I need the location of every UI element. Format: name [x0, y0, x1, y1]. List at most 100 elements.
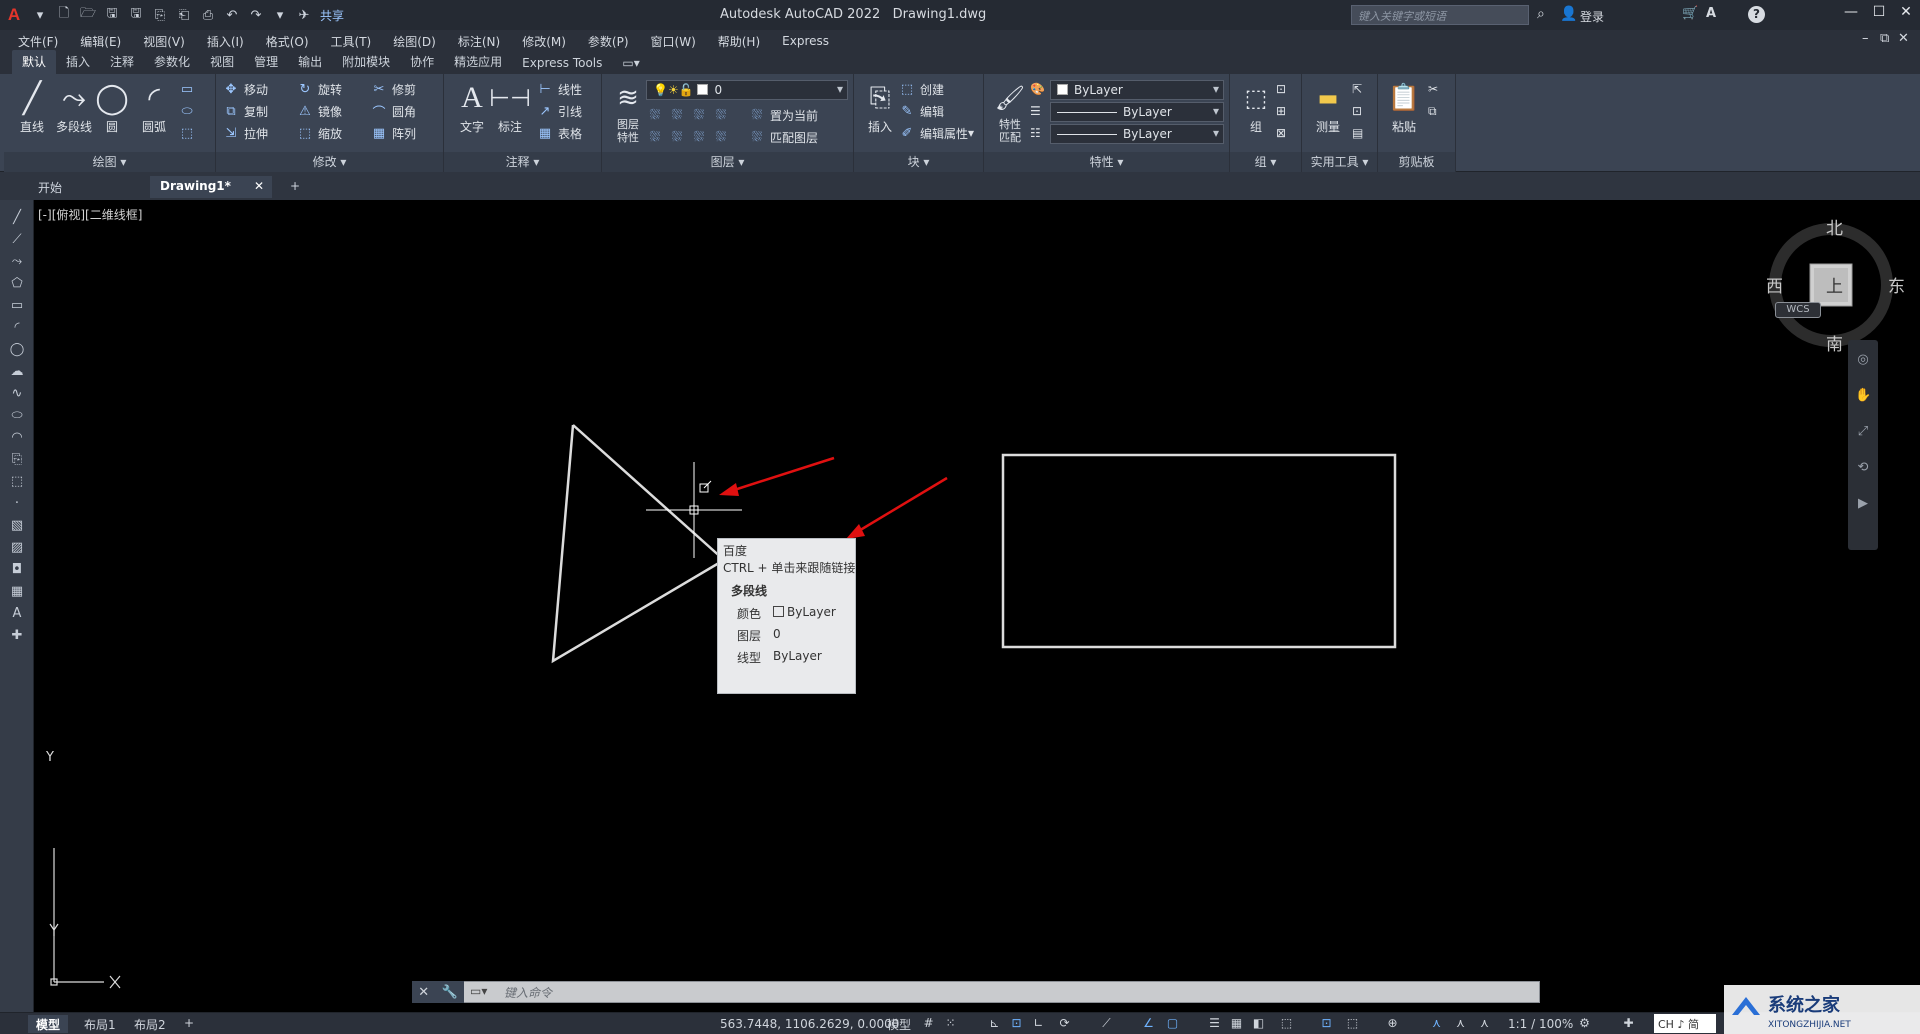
- tab-addins[interactable]: 附加模块: [332, 50, 400, 74]
- panel-title-draw[interactable]: 绘图 ▾: [4, 152, 215, 172]
- panel-title-layers[interactable]: 图层 ▾: [602, 152, 853, 172]
- command-line[interactable]: [412, 981, 1540, 1003]
- annotation-scale[interactable]: 1:1 / 100%: [1508, 1017, 1573, 1031]
- layer-properties-tool[interactable]: ≋ 图层特性: [604, 78, 652, 144]
- ribbon-display-toggle-icon[interactable]: ▭▾: [612, 53, 649, 74]
- login-button[interactable]: 登录: [1580, 8, 1604, 25]
- annotation-scale-icon[interactable]: ⋏: [1476, 1016, 1493, 1032]
- group-tool[interactable]: ⬚ 组: [1232, 78, 1280, 135]
- menu-file[interactable]: 文件(F): [18, 33, 58, 50]
- insert-block-tool[interactable]: ⎘ 插入: [856, 78, 904, 135]
- ortho-icon[interactable]: ∟: [1030, 1016, 1047, 1032]
- infer-constraints-icon[interactable]: ⊾: [986, 1016, 1003, 1032]
- tab-drawing1[interactable]: Drawing1* ✕: [150, 176, 272, 198]
- tab-annotate[interactable]: 注释: [100, 50, 144, 74]
- gizmo-icon[interactable]: ⊕: [1384, 1016, 1401, 1032]
- set-current-tool[interactable]: ⛆ 置为当前: [748, 104, 818, 126]
- panel-title-utilities[interactable]: 实用工具 ▾: [1302, 152, 1377, 172]
- revision-cloud-icon[interactable]: ☁: [9, 364, 25, 380]
- layer-tools-row-1[interactable]: ⛆ ⛆ ⛆ ⛆: [646, 104, 734, 126]
- add-selected-icon[interactable]: ✚: [9, 628, 25, 644]
- viewcube-south[interactable]: 南: [1826, 330, 1843, 355]
- command-input[interactable]: 键入命令: [504, 984, 552, 1001]
- arc-tool[interactable]: ◜ 圆弧: [130, 78, 178, 135]
- rectangle-shape[interactable]: [1001, 453, 1397, 649]
- user-icon[interactable]: 👤: [1560, 6, 1577, 22]
- minimize-icon[interactable]: —: [1840, 4, 1862, 24]
- calculator-icon[interactable]: ▤: [1352, 122, 1363, 144]
- rectangle-icon[interactable]: ▭: [9, 298, 25, 314]
- print-icon[interactable]: ⎙: [198, 5, 218, 25]
- hatch-tool[interactable]: ⬭: [178, 100, 200, 122]
- construction-line-icon[interactable]: ⟋: [9, 232, 25, 248]
- menu-parametric[interactable]: 参数(P): [588, 33, 629, 50]
- group-select-icon[interactable]: ⊠: [1276, 122, 1286, 144]
- match-properties-tool[interactable]: 🖌 特性匹配: [986, 78, 1034, 144]
- isometric-icon[interactable]: ⟋: [1098, 1016, 1115, 1032]
- create-block-tool[interactable]: ⬚ 创建: [898, 78, 944, 100]
- edit-block-tool[interactable]: ✎ 编辑: [898, 100, 944, 122]
- auto-scale-icon[interactable]: ⋏: [1452, 1016, 1469, 1032]
- polyline-icon[interactable]: ⤳: [9, 254, 25, 270]
- doc-minimize-icon[interactable]: –: [1862, 31, 1869, 46]
- line-icon[interactable]: ╱: [9, 210, 25, 226]
- dropdown-arrow-icon[interactable]: ▾: [30, 5, 50, 25]
- redo-icon[interactable]: ↷: [246, 5, 266, 25]
- circle-icon[interactable]: ◯: [9, 342, 25, 358]
- command-customize-icon[interactable]: 🔧: [442, 985, 458, 1000]
- showmotion-icon[interactable]: ▶: [1855, 496, 1871, 512]
- web-open-icon[interactable]: ⎘: [150, 5, 170, 25]
- new-file-icon[interactable]: 🗋: [54, 5, 74, 25]
- command-close-icon[interactable]: ✕: [418, 985, 429, 1000]
- gradient-icon[interactable]: ▨: [9, 540, 25, 556]
- color-wheel-icon[interactable]: 🎨: [1030, 78, 1045, 100]
- menu-draw[interactable]: 绘图(D): [393, 33, 436, 50]
- customize-status-icon[interactable]: ✚: [1620, 1016, 1637, 1032]
- selection-cycling-icon[interactable]: ◧: [1250, 1016, 1267, 1032]
- tab-start[interactable]: 开始: [28, 176, 72, 198]
- hatch-icon[interactable]: ▧: [9, 518, 25, 534]
- move-tool[interactable]: ✥ 移动: [222, 78, 268, 100]
- doc-close-icon[interactable]: ✕: [1898, 31, 1909, 46]
- drawing-canvas[interactable]: [-][俯视][二维线框] 北 南 东 西 上 WCS ◎ ✋ ⤢ ⟲ ▶ Y …: [34, 200, 1920, 1012]
- tooltip-link[interactable]: 百度: [723, 543, 850, 560]
- panel-title-modify[interactable]: 修改 ▾: [216, 152, 443, 172]
- mtext-icon[interactable]: A: [9, 606, 25, 622]
- polygon-icon[interactable]: ⬠: [9, 276, 25, 292]
- viewcube-top[interactable]: 上: [1826, 272, 1843, 297]
- annotation-visibility-icon[interactable]: ⋏: [1428, 1016, 1445, 1032]
- menu-insert[interactable]: 插入(I): [207, 33, 244, 50]
- panel-title-properties[interactable]: 特性 ▾: [984, 152, 1229, 172]
- tab-default[interactable]: 默认: [12, 50, 57, 74]
- menu-help[interactable]: 帮助(H): [718, 33, 760, 50]
- tab-layout1[interactable]: 布局1: [76, 1015, 124, 1033]
- select-all-icon[interactable]: ⊡: [1352, 100, 1362, 122]
- quick-select-icon[interactable]: ⇱: [1352, 78, 1362, 100]
- new-tab-button[interactable]: +: [280, 176, 310, 198]
- menu-window[interactable]: 窗口(W): [651, 33, 696, 50]
- group-edit-icon[interactable]: ⊞: [1276, 100, 1286, 122]
- line-tool[interactable]: ╱ 直线: [8, 78, 56, 135]
- object-snap-tracking-icon[interactable]: ∠: [1140, 1016, 1157, 1032]
- spline-icon[interactable]: ∿: [9, 386, 25, 402]
- circle-tool[interactable]: ◯ 圆: [88, 78, 136, 135]
- tab-model[interactable]: 模型: [28, 1015, 69, 1033]
- dynamic-ucs-icon[interactable]: ⊡: [1318, 1016, 1335, 1032]
- layer-tools-row-2[interactable]: ⛆ ⛆ ⛆ ⛆: [646, 126, 734, 148]
- autocad-logo-icon[interactable]: A: [0, 0, 28, 30]
- share-icon[interactable]: ✈: [294, 5, 314, 25]
- viewcube-north[interactable]: 北: [1826, 214, 1843, 239]
- search-icon[interactable]: ⌕: [1537, 6, 1545, 22]
- object-snap-icon[interactable]: ▢: [1164, 1016, 1181, 1032]
- dynamic-input-icon[interactable]: ⊡: [1008, 1016, 1025, 1032]
- menu-dimension[interactable]: 标注(N): [458, 33, 500, 50]
- match-layer-tool[interactable]: ⛆ 匹配图层: [748, 126, 818, 148]
- linear-dim-tool[interactable]: ⊢ 线性: [536, 78, 582, 100]
- help-icon[interactable]: ?: [1748, 6, 1765, 23]
- tab-parametric[interactable]: 参数化: [144, 50, 200, 74]
- 3d-osnap-icon[interactable]: ⬚: [1278, 1016, 1295, 1032]
- command-history-icon[interactable]: ▭▾: [470, 984, 487, 998]
- menu-format[interactable]: 格式(O): [266, 33, 309, 50]
- color-dropdown[interactable]: ByLayer: [1050, 80, 1224, 100]
- tab-collaborate[interactable]: 协作: [400, 50, 444, 74]
